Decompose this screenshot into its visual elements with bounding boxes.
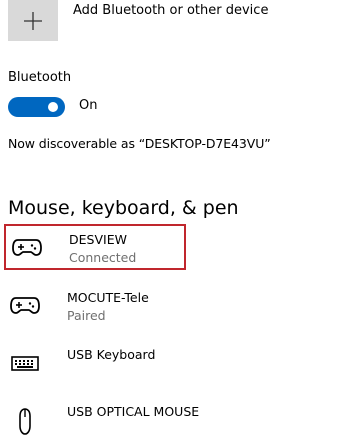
device-item-usb-optical-mouse[interactable]: USB OPTICAL MOUSE [4, 398, 199, 444]
bluetooth-toggle[interactable] [8, 97, 65, 117]
bluetooth-toggle-row: On [8, 96, 128, 118]
add-device-label: Add Bluetooth or other device [73, 3, 269, 18]
gamepad-icon [12, 239, 42, 256]
device-item-desview[interactable]: DESVIEW Connected [4, 224, 186, 270]
device-item-mocute-tele[interactable]: MOCUTE-Tele Paired [4, 284, 186, 330]
gamepad-icon [10, 297, 40, 314]
device-status: Paired [67, 308, 106, 323]
mouse-icon [19, 408, 31, 435]
device-status: Connected [69, 250, 137, 265]
bluetooth-heading: Bluetooth [8, 70, 72, 85]
bluetooth-toggle-state: On [79, 98, 98, 113]
device-name: USB Keyboard [67, 347, 156, 362]
device-name: MOCUTE-Tele [67, 290, 149, 305]
keyboard-icon [11, 356, 39, 371]
toggle-knob [48, 102, 58, 112]
plus-icon [24, 12, 42, 30]
add-device-tile[interactable] [8, 0, 58, 41]
discoverable-status: Now discoverable as “DESKTOP-D7E43VU” [8, 136, 271, 151]
device-name: DESVIEW [69, 232, 127, 247]
device-name: USB OPTICAL MOUSE [67, 404, 200, 419]
device-item-usb-keyboard[interactable]: USB Keyboard [4, 341, 186, 387]
section-title-mouse-keyboard-pen: Mouse, keyboard, & pen [8, 197, 239, 219]
add-device-button[interactable]: Add Bluetooth or other device [8, 0, 338, 42]
